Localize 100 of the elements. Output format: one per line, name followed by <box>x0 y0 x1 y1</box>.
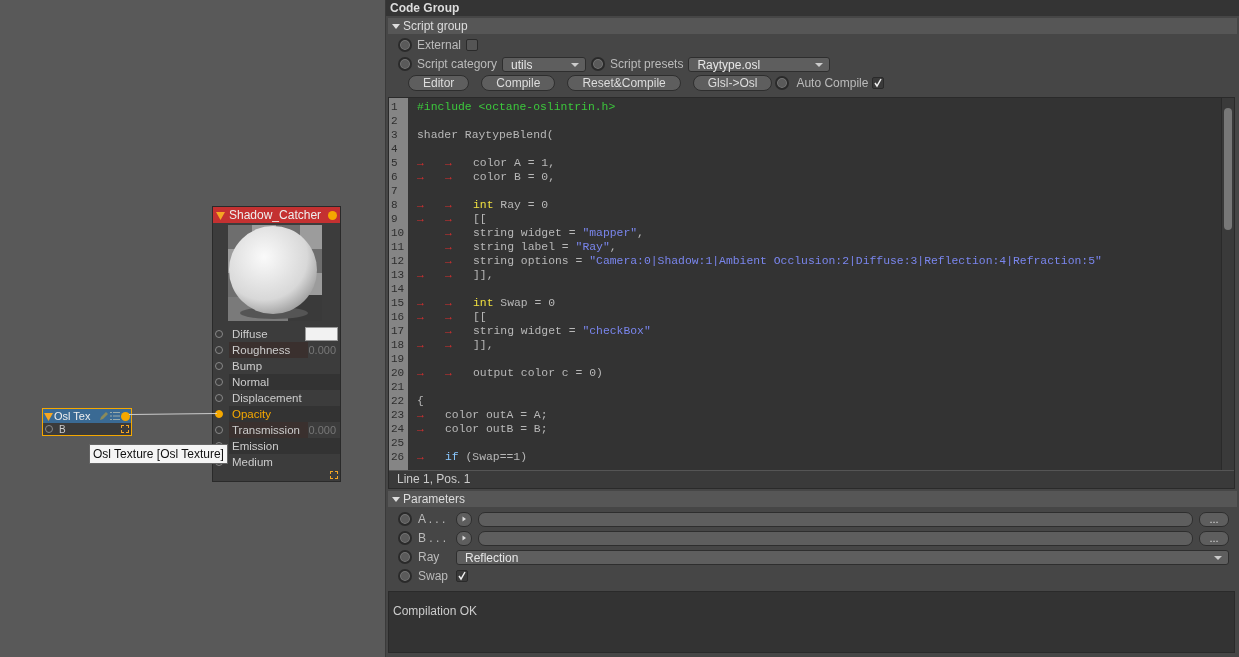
play-icon <box>461 516 467 522</box>
node-title: Osl Tex <box>54 410 92 422</box>
line-number: 13 <box>390 268 406 282</box>
browse-button[interactable]: ... <box>1199 511 1229 527</box>
resize-icon[interactable] <box>330 471 338 479</box>
action-button[interactable]: Compile <box>481 75 556 91</box>
radio-button[interactable] <box>398 38 412 52</box>
code-line: → string options = "Camera:0|Shadow:1|Ambient Occlusion:2|Diffuse:3|Reflection:4|Refraction:5" <box>444 255 1102 267</box>
line-number: 8 <box>390 198 399 212</box>
line-number: 16 <box>390 310 406 324</box>
radio-button[interactable] <box>398 512 412 526</box>
section-header[interactable]: Script group <box>388 18 1237 34</box>
expand-button[interactable] <box>456 511 472 527</box>
line-number: 21 <box>390 380 406 394</box>
node-header[interactable]: Shadow_Catcher <box>213 207 340 223</box>
port-label: Emission <box>229 438 340 454</box>
radio-button[interactable] <box>591 57 606 71</box>
port-label: Medium <box>231 455 274 470</box>
color-swatch[interactable] <box>305 327 338 341</box>
output-port[interactable] <box>328 210 337 220</box>
texture-field[interactable] <box>478 511 1193 527</box>
parameter-label: Swap <box>418 569 450 583</box>
line-number: 6 <box>390 170 399 184</box>
section-header[interactable]: Parameters <box>388 491 1237 507</box>
port-label: Transmission <box>229 422 309 438</box>
code-line: #include <octane-oslintrin.h> <box>417 101 616 113</box>
radio-button[interactable] <box>398 569 412 583</box>
port-label: Opacity <box>229 406 340 422</box>
code-line: shader RaytypeBlend( <box>417 129 554 141</box>
code-line: → → [[ <box>417 311 487 323</box>
resize-icon[interactable] <box>121 425 129 433</box>
category-label: Script category <box>417 57 498 71</box>
port-label: B <box>59 423 66 435</box>
editor-status: Line 1, Pos. 1 <box>389 470 1234 488</box>
category-dropdown[interactable]: utils <box>502 56 587 72</box>
list-icon[interactable] <box>110 411 120 421</box>
action-button[interactable]: Reset&Compile <box>567 75 681 91</box>
collapse-icon[interactable] <box>44 411 53 421</box>
parameter-label: A . . . <box>418 512 447 526</box>
compile-message: Compilation OK <box>393 604 478 618</box>
scrollbar[interactable] <box>1221 98 1234 470</box>
expand-button[interactable] <box>456 530 472 546</box>
code-line: → string label = "Ray", <box>444 241 617 253</box>
action-button[interactable]: Glsl->Osl <box>692 75 773 91</box>
line-number: 22 <box>390 394 406 408</box>
line-number: 7 <box>390 184 399 198</box>
radio-button[interactable] <box>398 550 412 564</box>
line-number: 10 <box>390 226 406 240</box>
line-number: 20 <box>390 366 406 380</box>
line-number: 26 <box>390 450 406 464</box>
line-number: 19 <box>390 352 406 366</box>
code-line: → color outB = B; <box>417 423 548 435</box>
texture-node[interactable]: Osl Tex B <box>42 408 132 436</box>
line-number: 18 <box>390 338 406 352</box>
code-line: → → color A = 1, <box>417 157 556 169</box>
input-port[interactable] <box>215 410 223 418</box>
line-number: 2 <box>390 114 399 128</box>
line-number: 25 <box>390 436 406 450</box>
line-number: 1 <box>390 100 399 114</box>
radio-button[interactable] <box>775 76 790 90</box>
action-button[interactable]: Editor <box>408 75 470 91</box>
texture-field[interactable] <box>478 530 1193 546</box>
checkbox[interactable] <box>456 570 468 582</box>
checkbox[interactable] <box>872 77 885 89</box>
parameter-label: B . . . <box>418 531 447 545</box>
line-number: 17 <box>390 324 406 338</box>
code-line: → if (Swap==1) <box>417 451 528 463</box>
radio-button[interactable] <box>398 531 412 545</box>
panel-title: Code Group <box>386 0 1239 16</box>
line-number: 3 <box>390 128 399 142</box>
code-line: → color outA = A; <box>417 409 548 421</box>
code-line: → → ]], <box>417 269 494 281</box>
presets-dropdown[interactable]: Raytype.osl <box>688 56 831 72</box>
collapse-icon[interactable] <box>216 210 225 220</box>
code-line: → → int Swap = 0 <box>417 297 556 309</box>
line-number: 5 <box>390 156 399 170</box>
ray-dropdown[interactable]: Reflection <box>456 549 1229 565</box>
output-port[interactable] <box>121 411 130 421</box>
auto-compile-label: Auto Compile <box>796 76 869 90</box>
play-icon <box>461 535 467 541</box>
port-label: Normal <box>229 374 340 390</box>
code-line: → → ]], <box>417 339 494 351</box>
line-number: 23 <box>390 408 406 422</box>
code-line: → string widget = "mapper", <box>444 227 644 239</box>
code-line: → → int Ray = 0 <box>417 199 549 211</box>
line-number: 11 <box>390 240 406 254</box>
checkbox[interactable] <box>466 39 479 51</box>
external-label: External <box>417 38 462 52</box>
code-line: → → [[ <box>417 213 487 225</box>
parameter-label: Ray <box>418 550 441 564</box>
tooltip: Osl Texture [Osl Texture] <box>89 444 228 464</box>
line-number: 15 <box>390 296 406 310</box>
node-title: Shadow_Catcher <box>229 208 323 222</box>
browse-button[interactable]: ... <box>1199 530 1229 546</box>
pencil-icon[interactable] <box>99 411 109 421</box>
code-line: { <box>417 395 424 407</box>
line-number: 12 <box>390 254 406 268</box>
code-line: → → color B = 0, <box>417 171 556 183</box>
line-number: 4 <box>390 142 399 156</box>
radio-button[interactable] <box>398 57 412 71</box>
